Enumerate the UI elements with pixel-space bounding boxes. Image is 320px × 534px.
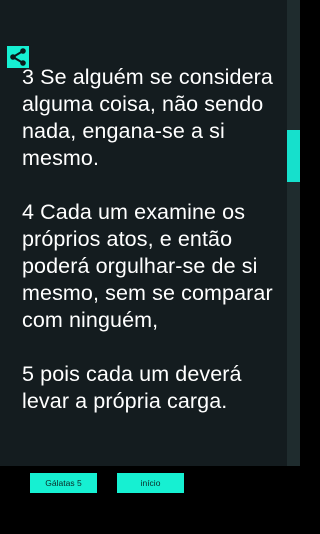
reader-panel: 3 Se alguém se considera alguma coisa, n… xyxy=(0,0,300,466)
bottom-bar: Gálatas 5 início xyxy=(0,466,300,534)
verse-text: 3 Se alguém se considera alguma coisa, n… xyxy=(22,64,284,415)
verse-4: 4 Cada um examine os próprios atos, e en… xyxy=(22,200,273,332)
verse-3: 3 Se alguém se considera alguma coisa, n… xyxy=(22,65,273,170)
scrollbar-track[interactable] xyxy=(287,0,300,466)
scrollbar-thumb[interactable] xyxy=(287,130,300,182)
verse-5: 5 pois cada um deverá levar a própria ca… xyxy=(22,362,242,413)
home-button[interactable]: início xyxy=(117,473,184,493)
chapter-button[interactable]: Gálatas 5 xyxy=(30,473,97,493)
